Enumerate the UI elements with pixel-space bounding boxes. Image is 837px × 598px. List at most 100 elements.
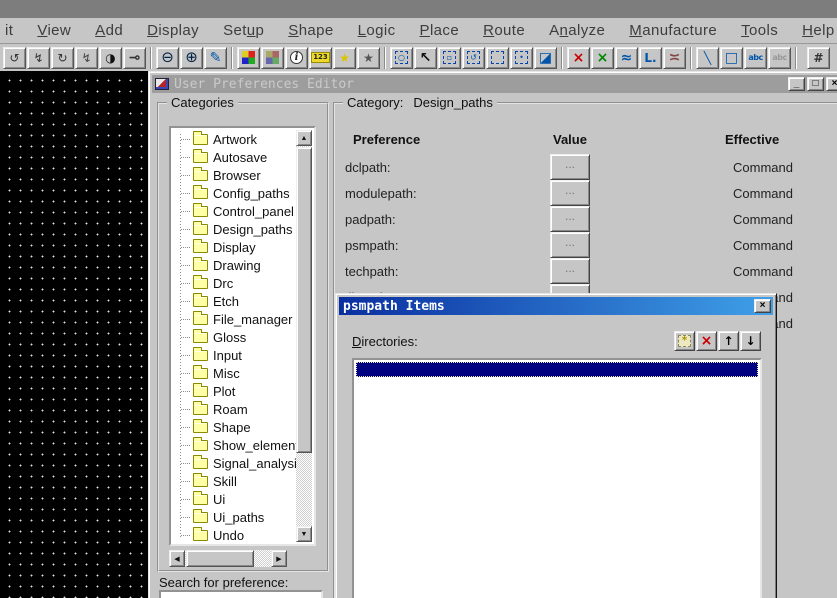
scroll-right-icon[interactable]: ▶ [271,550,287,567]
scroll-down-icon[interactable]: ▼ [296,526,312,542]
value-browse-button[interactable]: ... [550,180,590,206]
tree-item-signal_analysis[interactable]: Signal_analysis [173,454,299,472]
text-button[interactable]: abc [744,46,767,69]
tree-item-drc[interactable]: Drc [173,274,299,292]
vertical-scrollbar-thumb[interactable] [296,147,312,453]
zoom-in-button[interactable]: ⊕ [180,46,203,69]
redraw-button[interactable]: ✎ [204,46,227,69]
shape-void-button[interactable]: • [510,46,533,69]
shape-rect-button[interactable] [486,46,509,69]
dialog-titlebar[interactable]: User Preferences Editor _ □ × [152,75,837,93]
tree-item-autosave[interactable]: Autosave [173,148,299,166]
rats-comp-button[interactable]: ↯ [75,46,98,69]
toolbar-separator [795,46,797,69]
value-browse-button[interactable]: ... [550,206,590,232]
rats-all-button[interactable]: ↯ [27,46,50,69]
tree-item-input[interactable]: Input [173,346,299,364]
menu-manufacture[interactable]: Manufacture [629,22,717,39]
tree-item-display[interactable]: Display [173,238,299,256]
menu-setup[interactable]: Setup [223,22,264,39]
menu-analyze[interactable]: Analyze [549,22,605,39]
new-item-button[interactable]: * [674,331,695,351]
tree-item-etch[interactable]: Etch [173,292,299,310]
directories-list[interactable] [352,358,762,598]
text-outline-button[interactable]: abc [768,46,791,69]
shape-select-button[interactable]: ○ [390,46,413,69]
search-input[interactable] [159,590,323,598]
redraw-icon: ✎ [209,49,222,66]
psm-titlebar[interactable]: psmpath Items [339,297,773,315]
tree-item-undo[interactable]: Undo [173,526,299,542]
menu-logic[interactable]: Logic [358,22,396,39]
tree-item-artwork[interactable]: Artwork [173,130,299,148]
value-browse-button[interactable]: ... [550,154,590,180]
measure-button[interactable]: 123 [309,46,332,69]
tree-item-gloss[interactable]: Gloss [173,328,299,346]
minimize-button[interactable]: _ [788,77,805,91]
tree-item-browser[interactable]: Browser [173,166,299,184]
tree-item-plot[interactable]: Plot [173,382,299,400]
move-up-button[interactable]: ↑ [718,331,739,351]
tree-item-show_element[interactable]: Show_element [173,436,299,454]
shape-rotate-button[interactable]: ↺ [462,46,485,69]
select-arrow-button[interactable]: ↖ [414,46,437,69]
tree-vertical-scrollbar[interactable]: ▲ ▼ [296,130,312,542]
tree-item-design_paths[interactable]: Design_paths [173,220,299,238]
tree-item-ui[interactable]: Ui [173,490,299,508]
pin-button[interactable]: ⊸ [123,46,146,69]
shape-fill-button[interactable]: ◪ [534,46,557,69]
menu-tools[interactable]: Tools [741,22,778,39]
tree-item-skill[interactable]: Skill [173,472,299,490]
line-button[interactable]: ╲ [696,46,719,69]
delete-item-button[interactable]: × [696,331,717,351]
color-dim-button[interactable] [261,46,284,69]
tree-item-roam[interactable]: Roam [173,400,299,418]
unrats-comp-button[interactable]: ↻ [51,46,74,69]
tree-item-ui_paths[interactable]: Ui_paths [173,508,299,526]
directories-label: Directories: [352,333,418,349]
dehighlight-button[interactable]: ★ [357,46,380,69]
text-icon: abc [748,52,763,62]
menu-display[interactable]: Display [147,22,199,39]
menu-help[interactable]: Help [802,22,834,39]
menu-route[interactable]: Route [483,22,525,39]
tree-horizontal-scrollbar[interactable]: ◀ ▶ [169,550,287,567]
close-icon[interactable]: × [754,299,771,313]
tree-item-control_panel[interactable]: Control_panel [173,202,299,220]
tree-item-shape[interactable]: Shape [173,418,299,436]
value-browse-button[interactable]: ... [550,232,590,258]
menu-add[interactable]: Add [95,22,123,39]
menu-it[interactable]: it [5,22,13,39]
shadow-mode-button[interactable]: ◑ [99,46,122,69]
unfix-button[interactable]: × [591,46,614,69]
menu-view[interactable]: View [37,22,71,39]
grid-button[interactable]: # [807,46,830,69]
menu-place[interactable]: Place [420,22,460,39]
net-schedule-button[interactable]: ≍ [663,46,686,69]
highlight-button[interactable]: ★ [333,46,356,69]
tree-item-file_manager[interactable]: File_manager [173,310,299,328]
selected-directory-row[interactable] [356,362,758,377]
value-browse-button[interactable]: ... [550,258,590,284]
tree-item-drawing[interactable]: Drawing [173,256,299,274]
slide-button[interactable]: ≈ [615,46,638,69]
zoom-out-button[interactable]: ⊖ [156,46,179,69]
shape-copy-button[interactable]: ▫ [438,46,461,69]
scroll-up-icon[interactable]: ▲ [296,130,312,146]
horizontal-scrollbar-thumb[interactable] [186,550,254,567]
maximize-button[interactable]: □ [807,77,824,91]
tree-item-config_paths[interactable]: Config_paths [173,184,299,202]
unrats-all-button[interactable]: ↺ [3,46,26,69]
info-button[interactable]: i [285,46,308,69]
menu-shape[interactable]: Shape [288,22,333,39]
scroll-left-icon[interactable]: ◀ [169,550,185,567]
delay-tune-button[interactable]: L. [639,46,662,69]
tree-item-misc[interactable]: Misc [173,364,299,382]
tree-item-label: Gloss [213,329,247,345]
fix-button[interactable]: × [567,46,590,69]
color-priority-button[interactable] [237,46,260,69]
rect-button[interactable]: □ [720,46,743,69]
move-down-button[interactable]: ↓ [740,331,761,351]
close-button[interactable]: × [826,77,837,91]
color-priority-icon [242,51,255,64]
